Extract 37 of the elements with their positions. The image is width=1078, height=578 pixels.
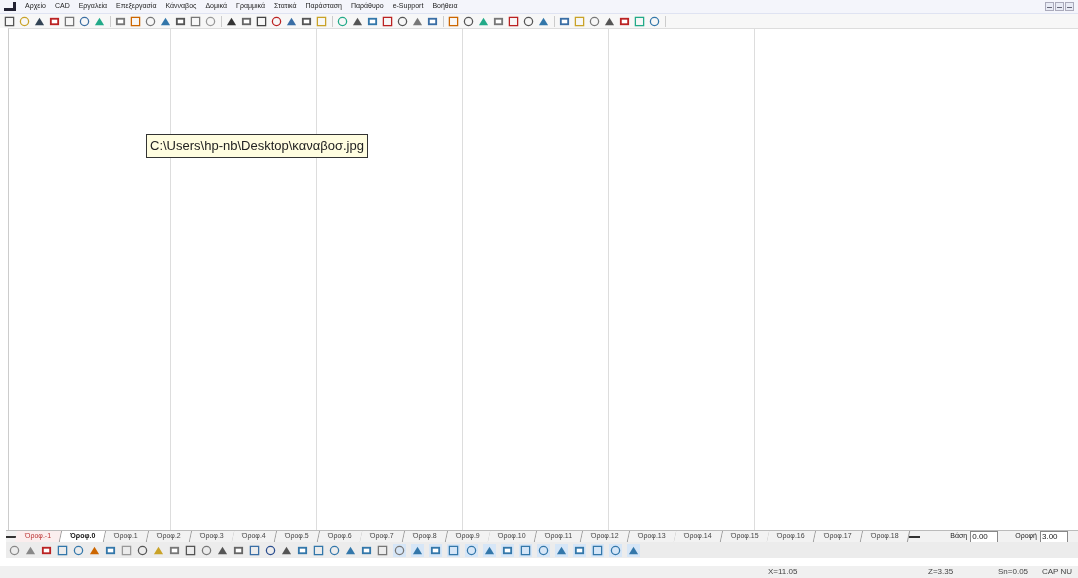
tool-icon[interactable] (604, 15, 615, 27)
tool-icon[interactable] (4, 15, 15, 27)
level-field[interactable]: 3.00 (1040, 530, 1068, 543)
tool-icon[interactable] (226, 15, 237, 27)
tool-icon[interactable] (271, 15, 282, 27)
level-field[interactable]: 0.00 (970, 530, 999, 543)
status-text: X=11.05 (768, 566, 799, 578)
tool-icon[interactable] (559, 15, 570, 27)
tool-icon[interactable] (523, 15, 534, 27)
tool-icon[interactable] (463, 15, 474, 27)
tool-icon[interactable] (49, 15, 60, 27)
tool-icon[interactable] (265, 544, 276, 556)
tool-icon[interactable] (241, 15, 252, 27)
tool-icon[interactable] (233, 544, 244, 556)
tool-icon[interactable] (217, 544, 228, 556)
close-icon[interactable] (1065, 2, 1074, 11)
tool-icon[interactable] (508, 15, 519, 27)
tool-icon[interactable] (301, 15, 312, 27)
tool-icon[interactable] (427, 15, 438, 27)
status-text: Sn=0.05 (998, 566, 1030, 578)
tool-icon[interactable] (352, 15, 363, 27)
status-text: Z=3.35 (928, 566, 955, 578)
tool-icon[interactable] (256, 15, 267, 27)
tool-icon[interactable] (397, 15, 408, 27)
minimize-icon[interactable] (1045, 2, 1054, 11)
tool-icon[interactable] (185, 544, 196, 556)
tool-icon[interactable] (281, 544, 292, 556)
tool-icon[interactable] (41, 544, 52, 556)
tool-icon[interactable] (137, 544, 148, 556)
tool-icon[interactable] (175, 15, 186, 27)
path-tooltip: C:\Users\hp-nb\Desktop\καναβοσ.jpg (146, 134, 368, 158)
tool-icon[interactable] (382, 15, 393, 27)
status-text: CAP NU (1042, 566, 1073, 578)
app-icon (4, 2, 16, 11)
restore-icon[interactable] (1055, 2, 1064, 11)
tool-icon[interactable] (619, 15, 630, 27)
tool-icon[interactable] (34, 15, 45, 27)
